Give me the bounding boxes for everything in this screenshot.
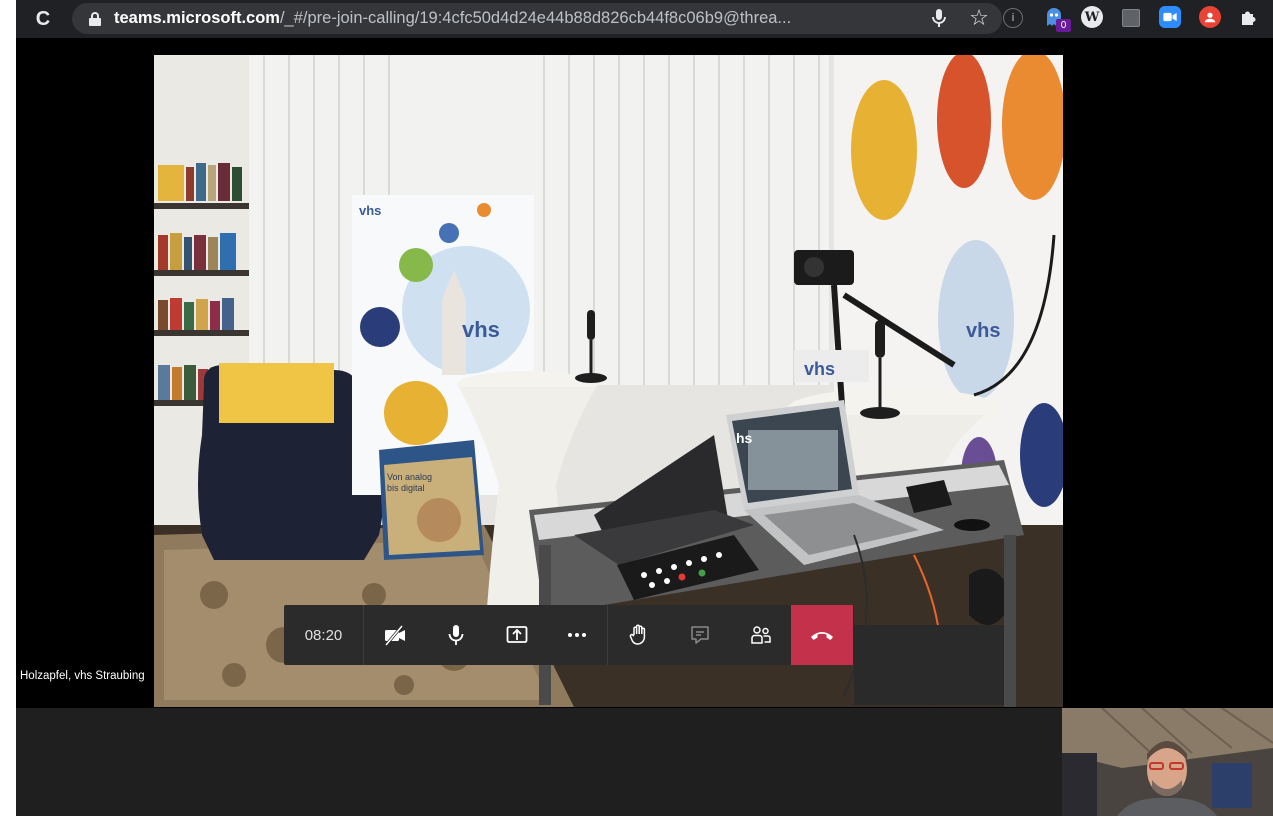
camera-off-icon [384, 625, 405, 646]
chat-icon [690, 626, 709, 644]
more-options-button[interactable] [547, 605, 608, 665]
self-preview-image [1062, 708, 1273, 816]
wall-logo: vhs [966, 320, 1000, 342]
camera-toggle-button[interactable] [364, 605, 425, 665]
wordpress-extension-icon[interactable]: W [1081, 6, 1103, 28]
extension-badge: 0 [1056, 19, 1071, 32]
call-timer: 08:20 [284, 605, 364, 665]
box-text-2: bis digital [387, 483, 425, 493]
banner-logo: vhs [359, 203, 381, 218]
participants-button[interactable] [730, 605, 791, 665]
crate-logo: vhs [804, 359, 835, 379]
self-preview-video[interactable] [1062, 708, 1273, 816]
participants-icon [750, 626, 771, 644]
hang-up-button[interactable] [791, 605, 853, 665]
mic-toggle-button[interactable] [425, 605, 486, 665]
url-text[interactable]: teams.microsoft.com/_#/pre-join-calling/… [114, 9, 791, 28]
square-extension-icon[interactable] [1122, 9, 1140, 27]
lock-icon[interactable] [88, 11, 102, 26]
raise-hand-button[interactable] [608, 605, 669, 665]
url-host: teams.microsoft.com [114, 9, 280, 27]
banner-logo-large: vhs [462, 317, 500, 342]
reload-icon[interactable]: C [28, 4, 58, 34]
red-extension-icon[interactable] [1199, 6, 1221, 28]
more-options-icon [568, 633, 586, 637]
address-bar[interactable]: teams.microsoft.com/_#/pre-join-calling/… [72, 3, 1002, 34]
call-controls-bar: 08:20 [284, 605, 854, 665]
share-screen-button[interactable] [486, 605, 547, 665]
extensions-puzzle-icon[interactable] [1238, 6, 1260, 28]
chat-button[interactable] [669, 605, 730, 665]
share-screen-icon [506, 626, 527, 643]
laptop-logo: hs [736, 430, 753, 446]
participant-name-label: Holzapfel, vhs Straubing [20, 670, 145, 682]
raise-hand-icon [629, 624, 645, 645]
microphone-icon [448, 625, 463, 645]
zoom-extension-icon[interactable] [1159, 6, 1181, 28]
microphone-icon[interactable] [930, 8, 948, 28]
hang-up-icon [811, 632, 833, 640]
browser-toolbar: C teams.microsoft.com/_#/pre-join-callin… [16, 0, 1273, 38]
teams-call-stage: vhs vhs vhs Von analog bis digital vhs h… [16, 38, 1273, 816]
bookmark-star-icon[interactable]: ☆ [966, 5, 992, 31]
info-extension-icon[interactable]: i [1003, 8, 1023, 28]
url-path: /_#/pre-join-calling/19:4cfc50d4d24e44b8… [279, 9, 792, 27]
box-text-1: Von analog [387, 472, 432, 482]
